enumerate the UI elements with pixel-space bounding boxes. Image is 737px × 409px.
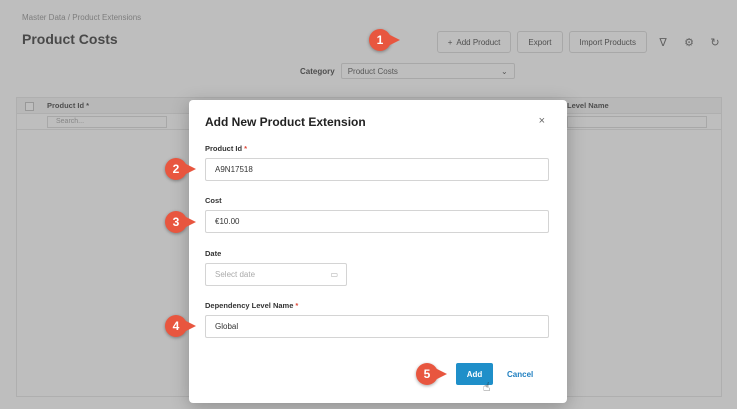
callout-pointer [184,216,196,228]
cost-label: Cost [205,196,222,205]
callout-pointer [184,320,196,332]
dependency-level-name-label: Dependency Level Name * [205,301,298,310]
mouse-cursor-icon: ☝ [483,380,491,394]
callout-pointer [388,34,400,46]
step-callout-3: 3 [165,211,196,233]
cost-input[interactable]: €10.00 [205,210,549,233]
product-id-label: Product Id * [205,144,247,153]
step-callout-1: 1 [369,29,400,51]
dependency-level-name-input[interactable]: Global [205,315,549,338]
required-marker: * [244,144,248,153]
close-icon[interactable]: × [539,115,545,127]
step-callout-2: 2 [165,158,196,180]
dialog-title: Add New Product Extension [205,115,366,129]
callout-pointer [435,368,447,380]
date-placeholder: Select date [215,270,256,279]
step-callout-5: 5 [416,363,447,385]
calendar-icon: ▭ [330,270,338,279]
dependency-level-name-label-text: Dependency Level Name [205,301,294,310]
step-callout-4: 4 [165,315,196,337]
callout-pointer [184,163,196,175]
product-id-input[interactable]: A9N17518 [205,158,549,181]
cancel-button[interactable]: Cancel [501,363,539,385]
required-marker: * [295,301,299,310]
date-label: Date [205,249,222,258]
add-product-extension-dialog: Add New Product Extension × Product Id * … [189,100,567,403]
date-picker-input[interactable]: Select date ▭ [205,263,347,286]
product-id-label-text: Product Id [205,144,243,153]
